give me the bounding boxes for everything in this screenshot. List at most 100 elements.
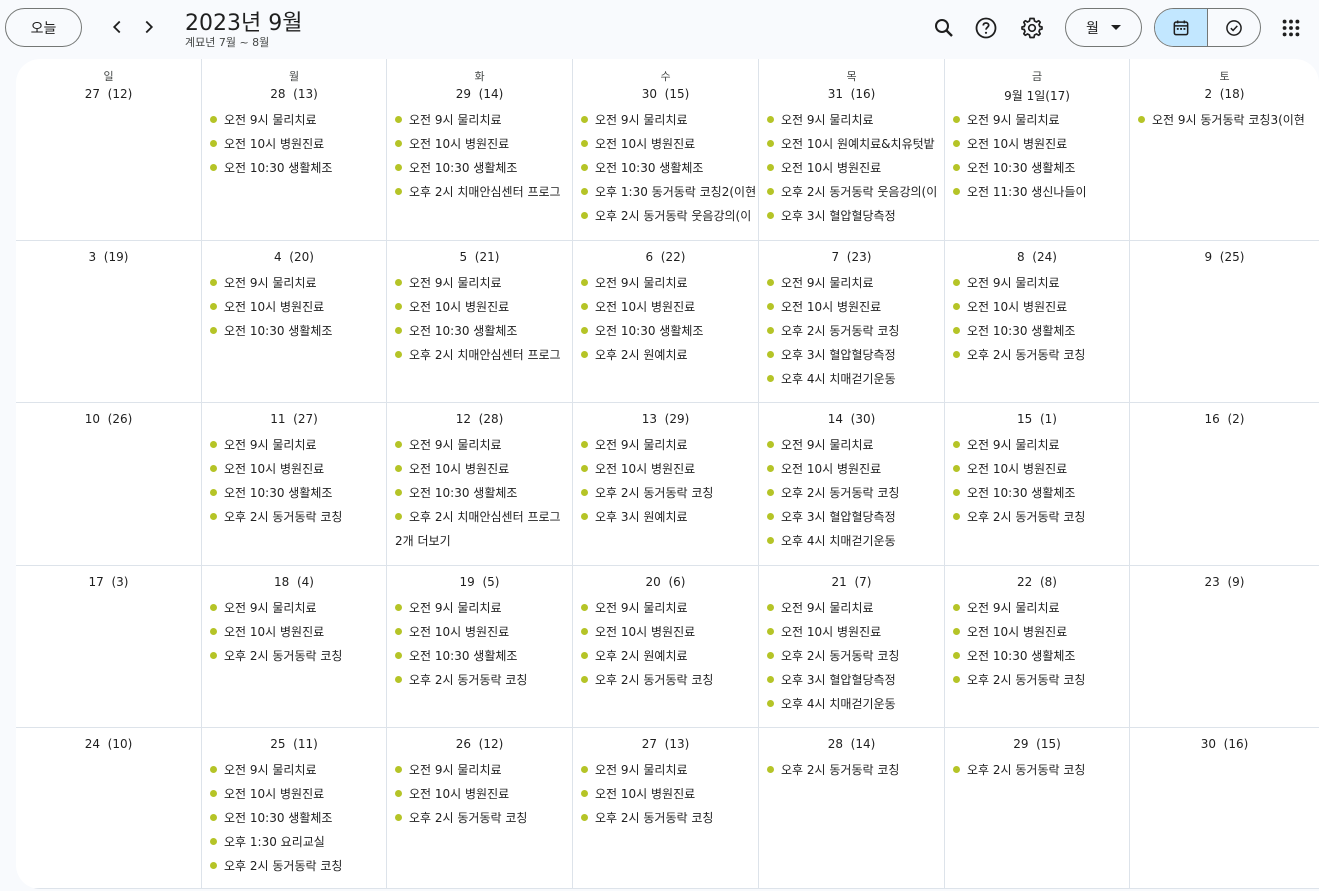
event-chip[interactable]: 오전 9시 물리치료 (953, 270, 1127, 294)
event-chip[interactable]: 오전 10시 병원진료 (395, 456, 570, 480)
event-chip[interactable]: 오전 10:30 생활체조 (953, 643, 1127, 667)
day-cell[interactable]: 18 (4) 오전 9시 물리치료 오전 10시 병원진료 오후 2시 동거동락 코칭 (202, 566, 387, 728)
day-cell[interactable]: 8 (24) 오전 9시 물리치료 오전 10시 병원진료 오전 10:30 생활체조… (945, 241, 1130, 403)
event-chip[interactable]: 오전 10시 원예치료&치유텃밭 (767, 131, 942, 155)
event-chip[interactable]: 오전 10:30 생활체조 (395, 155, 570, 179)
event-chip[interactable]: 오전 9시 동거동락 코칭3(이현 (1138, 107, 1317, 131)
event-chip[interactable]: 오전 10:30 생활체조 (953, 480, 1127, 504)
date-number[interactable]: 22 (8) (945, 575, 1129, 589)
event-chip[interactable]: 오후 2시 동거동락 코칭 (953, 504, 1127, 528)
event-chip[interactable]: 오후 2시 동거동락 웃음강의(이 (767, 179, 942, 203)
event-chip[interactable]: 오전 10:30 생활체조 (395, 480, 570, 504)
day-cell[interactable]: 16 (2) (1130, 403, 1319, 566)
day-cell[interactable]: 23 (9) (1130, 566, 1319, 728)
event-chip[interactable]: 오전 9시 물리치료 (581, 107, 756, 131)
event-chip[interactable]: 오후 4시 치매걷기운동 (767, 528, 942, 552)
date-number[interactable]: 18 (4) (202, 575, 386, 589)
event-chip[interactable]: 오전 9시 물리치료 (395, 432, 570, 456)
show-more-link[interactable]: 2개 더보기 (395, 528, 570, 552)
day-cell[interactable]: 22 (8) 오전 9시 물리치료 오전 10시 병원진료 오전 10:30 생활체조… (945, 566, 1130, 728)
event-chip[interactable]: 오전 10시 병원진료 (767, 155, 942, 179)
day-cell[interactable]: 수 30 (15) 오전 9시 물리치료 오전 10시 병원진료 오전 10:30 생활… (573, 59, 759, 241)
event-chip[interactable]: 오전 9시 물리치료 (581, 270, 756, 294)
event-chip[interactable]: 오전 10시 병원진료 (581, 131, 756, 155)
event-chip[interactable]: 오후 2시 동거동락 코칭 (581, 805, 756, 829)
event-chip[interactable]: 오후 2시 치매안심센터 프로그 (395, 342, 570, 366)
day-cell[interactable]: 3 (19) (16, 241, 202, 403)
event-chip[interactable]: 오전 9시 물리치료 (767, 270, 942, 294)
day-cell[interactable]: 목 31 (16) 오전 9시 물리치료 오전 10시 원예치료&치유텃밭 오전 10시… (759, 59, 945, 241)
day-cell[interactable]: 5 (21) 오전 9시 물리치료 오전 10시 병원진료 오전 10:30 생활체조… (387, 241, 573, 403)
date-number[interactable]: 9월 1일(17) (945, 87, 1129, 104)
event-chip[interactable]: 오전 9시 물리치료 (953, 107, 1127, 131)
date-number[interactable]: 11 (27) (202, 412, 386, 426)
event-chip[interactable]: 오전 9시 물리치료 (395, 270, 570, 294)
event-chip[interactable]: 오전 10:30 생활체조 (953, 318, 1127, 342)
event-chip[interactable]: 오전 10:30 생활체조 (210, 805, 384, 829)
day-cell[interactable]: 화 29 (14) 오전 9시 물리치료 오전 10시 병원진료 오전 10:30 생활… (387, 59, 573, 241)
event-chip[interactable]: 오후 2시 치매안심센터 프로그 (395, 504, 570, 528)
event-chip[interactable]: 오전 9시 물리치료 (581, 432, 756, 456)
event-chip[interactable]: 오후 2시 동거동락 코칭 (767, 318, 942, 342)
event-chip[interactable]: 오전 9시 물리치료 (581, 757, 756, 781)
help-button[interactable] (968, 10, 1004, 46)
event-chip[interactable]: 오전 9시 물리치료 (210, 432, 384, 456)
event-chip[interactable]: 오후 2시 동거동락 코칭 (395, 667, 570, 691)
date-number[interactable]: 28 (14) (759, 737, 944, 751)
event-chip[interactable]: 오전 10시 병원진료 (767, 294, 942, 318)
event-chip[interactable]: 오후 1:30 동거동락 코칭2(이현 (581, 179, 756, 203)
date-number[interactable]: 27 (13) (573, 737, 758, 751)
tasks-view-button[interactable] (1208, 9, 1260, 46)
event-chip[interactable]: 오전 10시 병원진료 (395, 131, 570, 155)
date-number[interactable]: 24 (10) (16, 737, 201, 751)
event-chip[interactable]: 오전 10:30 생활체조 (210, 155, 384, 179)
date-number[interactable]: 3 (19) (16, 250, 201, 264)
date-number[interactable]: 13 (29) (573, 412, 758, 426)
event-chip[interactable]: 오후 2시 동거동락 코칭 (210, 853, 384, 877)
event-chip[interactable]: 오전 10시 병원진료 (395, 781, 570, 805)
search-button[interactable] (926, 10, 962, 46)
event-chip[interactable]: 오후 2시 동거동락 코칭 (581, 667, 756, 691)
day-cell[interactable]: 15 (1) 오전 9시 물리치료 오전 10시 병원진료 오전 10:30 생활체조… (945, 403, 1130, 566)
event-chip[interactable]: 오전 10:30 생활체조 (953, 155, 1127, 179)
settings-button[interactable] (1014, 10, 1050, 46)
day-cell[interactable]: 월 28 (13) 오전 9시 물리치료 오전 10시 병원진료 오전 10:30 생활… (202, 59, 387, 241)
event-chip[interactable]: 오전 9시 물리치료 (395, 595, 570, 619)
event-chip[interactable]: 오후 2시 동거동락 코칭 (767, 480, 942, 504)
event-chip[interactable]: 오후 4시 치매걷기운동 (767, 366, 942, 390)
day-cell[interactable]: 20 (6) 오전 9시 물리치료 오전 10시 병원진료 오후 2시 원예치료 오후 … (573, 566, 759, 728)
event-chip[interactable]: 오후 1:30 요리교실 (210, 829, 384, 853)
day-cell[interactable]: 26 (12) 오전 9시 물리치료 오전 10시 병원진료 오후 2시 동거동락 코… (387, 728, 573, 889)
date-number[interactable]: 6 (22) (573, 250, 758, 264)
day-cell[interactable]: 13 (29) 오전 9시 물리치료 오전 10시 병원진료 오후 2시 동거동락 코… (573, 403, 759, 566)
day-cell[interactable]: 28 (14) 오후 2시 동거동락 코칭 (759, 728, 945, 889)
event-chip[interactable]: 오전 9시 물리치료 (210, 270, 384, 294)
event-chip[interactable]: 오전 9시 물리치료 (210, 757, 384, 781)
event-chip[interactable]: 오전 11:30 생신나들이 (953, 179, 1127, 203)
event-chip[interactable]: 오후 2시 동거동락 코칭 (210, 643, 384, 667)
day-cell[interactable]: 24 (10) (16, 728, 202, 889)
event-chip[interactable]: 오전 10시 병원진료 (395, 619, 570, 643)
day-cell[interactable]: 토 2 (18) 오전 9시 동거동락 코칭3(이현 (1130, 59, 1319, 241)
day-cell[interactable]: 29 (15) 오후 2시 동거동락 코칭 (945, 728, 1130, 889)
event-chip[interactable]: 오전 10:30 생활체조 (395, 643, 570, 667)
date-number[interactable]: 5 (21) (387, 250, 572, 264)
event-chip[interactable]: 오전 10:30 생활체조 (210, 480, 384, 504)
day-cell[interactable]: 10 (26) (16, 403, 202, 566)
event-chip[interactable]: 오후 3시 원예치료 (581, 504, 756, 528)
event-chip[interactable]: 오전 9시 물리치료 (767, 432, 942, 456)
day-cell[interactable]: 21 (7) 오전 9시 물리치료 오전 10시 병원진료 오후 2시 동거동락 코칭… (759, 566, 945, 728)
event-chip[interactable]: 오후 2시 동거동락 코칭 (953, 342, 1127, 366)
date-number[interactable]: 17 (3) (16, 575, 201, 589)
date-number[interactable]: 8 (24) (945, 250, 1129, 264)
date-number[interactable]: 23 (9) (1130, 575, 1319, 589)
event-chip[interactable]: 오후 2시 동거동락 코칭 (767, 643, 942, 667)
event-chip[interactable]: 오후 2시 동거동락 코칭 (395, 805, 570, 829)
event-chip[interactable]: 오전 10:30 생활체조 (395, 318, 570, 342)
event-chip[interactable]: 오전 9시 물리치료 (395, 757, 570, 781)
event-chip[interactable]: 오전 10시 병원진료 (581, 619, 756, 643)
day-cell[interactable]: 일 27 (12) (16, 59, 202, 241)
event-chip[interactable]: 오후 4시 치매걷기운동 (767, 691, 942, 715)
event-chip[interactable]: 오전 10시 병원진료 (210, 131, 384, 155)
event-chip[interactable]: 오전 10:30 생활체조 (581, 318, 756, 342)
